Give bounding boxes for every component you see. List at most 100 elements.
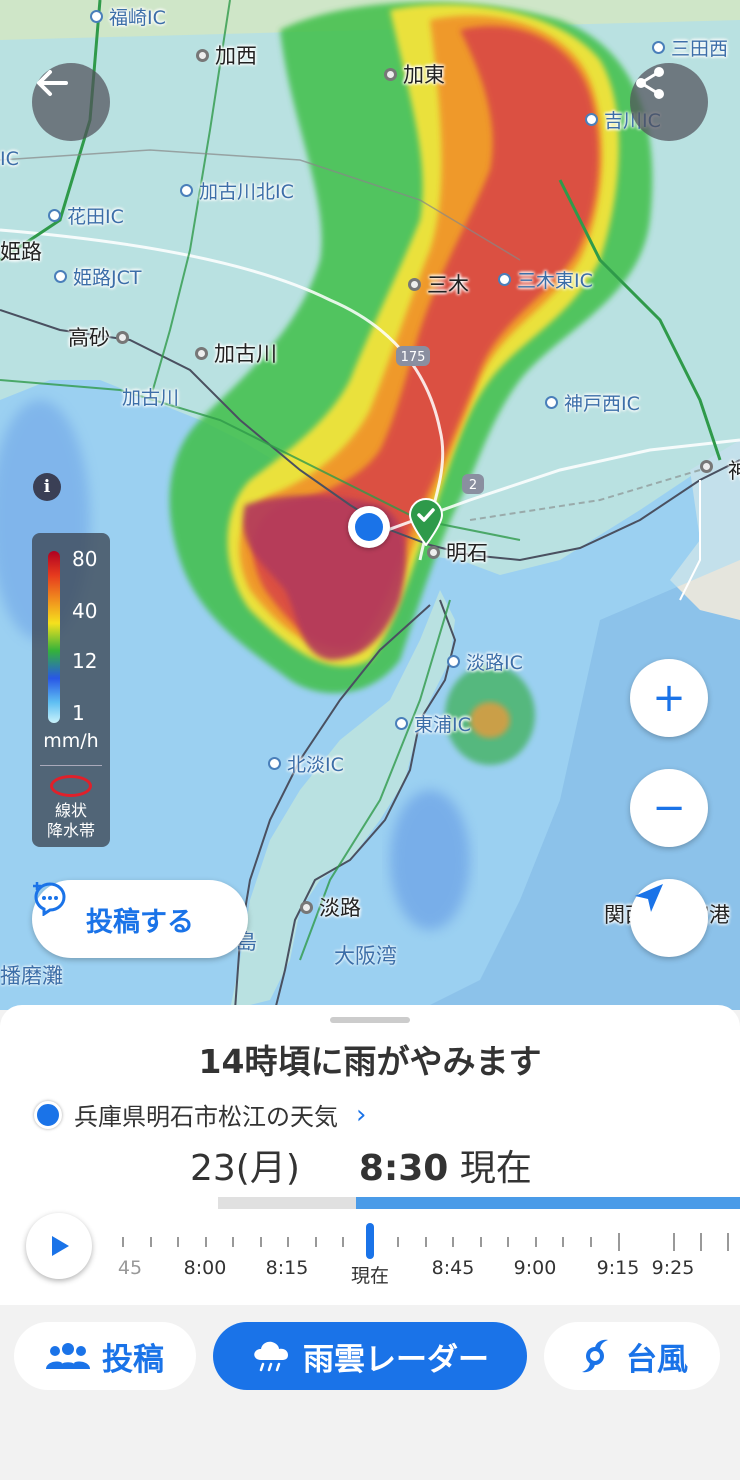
ic-dot: [90, 10, 103, 23]
timeline-scrubber[interactable]: 45 8:00 8:15 現在 8:45 9:00 9:15 9:25: [100, 1215, 740, 1295]
play-button[interactable]: [26, 1213, 92, 1279]
timeline-tick: [287, 1237, 289, 1247]
forecast-sheet: 14時頃に雨がやみます 兵庫県明石市松江の天気 › 23(月) 8:30 現在: [0, 1005, 740, 1305]
ic-dot: [447, 655, 460, 668]
my-location-button[interactable]: [630, 879, 708, 957]
timeline-tick: [700, 1233, 702, 1251]
place-higashiura-ic[interactable]: 東浦IC: [395, 710, 471, 737]
zoom-out-button[interactable]: −: [630, 769, 708, 847]
ic-dot: [54, 270, 67, 283]
city-dot: [427, 545, 440, 559]
place-kakogawa-label: 加古川: [122, 387, 180, 409]
now-suffix: 現在: [459, 1148, 532, 1189]
time-label: 8:30: [358, 1148, 449, 1189]
legend-rainband-label: 線状 降水帯: [46, 801, 95, 840]
location-name: 兵庫県明石市松江の天気: [74, 1103, 338, 1131]
city-dot: [700, 460, 713, 473]
people-icon: [46, 1343, 90, 1369]
play-icon: [52, 1236, 69, 1256]
place-sanda-nishi[interactable]: 三田西: [652, 34, 728, 61]
timeline-label: 9:25: [651, 1257, 695, 1279]
place-hokudan-ic[interactable]: 北淡IC: [268, 750, 344, 777]
timeline-tick: [480, 1237, 482, 1247]
timeline-label: 8:45: [431, 1257, 475, 1279]
legend-divider: [40, 765, 102, 766]
legend-tick-12: 12: [72, 649, 98, 673]
timeline-tick: [260, 1237, 262, 1247]
timeline-current-marker[interactable]: [366, 1223, 374, 1259]
share-icon: [636, 67, 664, 99]
timeline-tick: [177, 1237, 179, 1247]
timeline-label: 8:15: [265, 1257, 309, 1279]
place-awaji[interactable]: 淡路: [300, 892, 361, 922]
linear-rainband-ring-icon: [50, 775, 92, 797]
tab-posts-label: 投稿: [102, 1341, 164, 1378]
place-fukusaki-ic[interactable]: 福崎IC: [90, 3, 166, 30]
back-button[interactable]: [32, 63, 110, 141]
place-kobe-nishi-ic[interactable]: 神戸西IC: [545, 389, 640, 416]
precipitation-legend: 80 40 12 1 mm/h 線状 降水帯: [32, 533, 110, 847]
forecast-range-bar: [218, 1197, 740, 1209]
place-kakogawa[interactable]: 加古川: [195, 338, 277, 368]
chat-plus-icon: [33, 882, 66, 916]
location-weather-link[interactable]: 兵庫県明石市松江の天気 ›: [34, 1097, 366, 1132]
timeline-tick: [205, 1237, 207, 1247]
timeline-tick: [150, 1237, 152, 1247]
observation-time: 23(月) 8:30 現在: [190, 1139, 532, 1191]
timeline-tick: [425, 1237, 427, 1247]
ic-dot: [652, 41, 665, 54]
radar-map[interactable]: 175 2 福崎IC 加西 加東 三田西 吉川IC 加古川北IC 花田IC 姫路…: [0, 0, 740, 1010]
place-himeji[interactable]: 姫路: [0, 236, 42, 266]
place-takasago[interactable]: 高砂: [68, 322, 129, 352]
timeline-tick: [590, 1237, 592, 1247]
timeline-tick: [342, 1237, 344, 1247]
ic-dot: [585, 113, 598, 126]
back-arrow-icon: [37, 70, 68, 96]
edge-label-ic: IC: [0, 148, 19, 170]
minus-icon: −: [652, 785, 686, 831]
place-miki-higashi-ic[interactable]: 三木東IC: [498, 266, 593, 293]
place-hanada-ic[interactable]: 花田IC: [48, 202, 124, 229]
post-button[interactable]: 投稿する: [32, 880, 248, 958]
current-location-marker: [348, 506, 390, 548]
route-badge-175: 175: [396, 346, 430, 366]
timeline-label: 8:00: [183, 1257, 227, 1279]
place-awaji-ic[interactable]: 淡路IC: [447, 648, 523, 675]
ic-dot: [545, 396, 558, 409]
timeline-tick: [727, 1233, 729, 1251]
place-himeji-jct[interactable]: 姫路JCT: [54, 263, 141, 290]
rain-stop-headline: 14時頃に雨がやみます: [198, 1042, 542, 1081]
place-miki[interactable]: 三木: [408, 269, 469, 299]
timeline-tick: [452, 1237, 454, 1247]
place-kakogawa-kita-ic[interactable]: 加古川北IC: [180, 177, 294, 204]
place-kasai[interactable]: 加西: [196, 40, 257, 70]
ic-dot: [498, 273, 511, 286]
tab-posts[interactable]: 投稿: [14, 1322, 196, 1390]
sheet-drag-handle[interactable]: [330, 1017, 410, 1023]
plus-icon: +: [652, 675, 686, 721]
tab-typhoon-label: 台風: [626, 1341, 688, 1378]
place-kato[interactable]: 加東: [384, 59, 445, 89]
legend-unit: mm/h: [43, 730, 99, 752]
city-dot: [116, 330, 129, 344]
svg-text:2: 2: [469, 478, 477, 493]
route-badge-2: 2: [462, 474, 484, 494]
ic-dot: [268, 757, 281, 770]
tab-rain-radar-label: 雨雲レーダー: [303, 1341, 489, 1378]
legend-tick-40: 40: [72, 599, 98, 623]
timeline-tick: [315, 1237, 317, 1247]
post-button-label: 投稿する: [86, 906, 194, 938]
location-dot-icon: [34, 1100, 62, 1129]
timeline-label: 45: [117, 1257, 143, 1279]
timeline-label: 9:15: [596, 1257, 640, 1279]
tab-rain-radar[interactable]: 雨雲レーダー: [213, 1322, 527, 1390]
zoom-in-button[interactable]: +: [630, 659, 708, 737]
info-icon[interactable]: i: [33, 473, 61, 501]
tab-typhoon[interactable]: 台風: [544, 1322, 720, 1390]
place-kobe-dot: [700, 460, 713, 473]
city-dot: [384, 67, 397, 81]
city-dot: [196, 48, 209, 62]
legend-color-bar: [48, 551, 60, 723]
share-button[interactable]: [630, 63, 708, 141]
edge-label-kobe: 神: [728, 459, 740, 483]
